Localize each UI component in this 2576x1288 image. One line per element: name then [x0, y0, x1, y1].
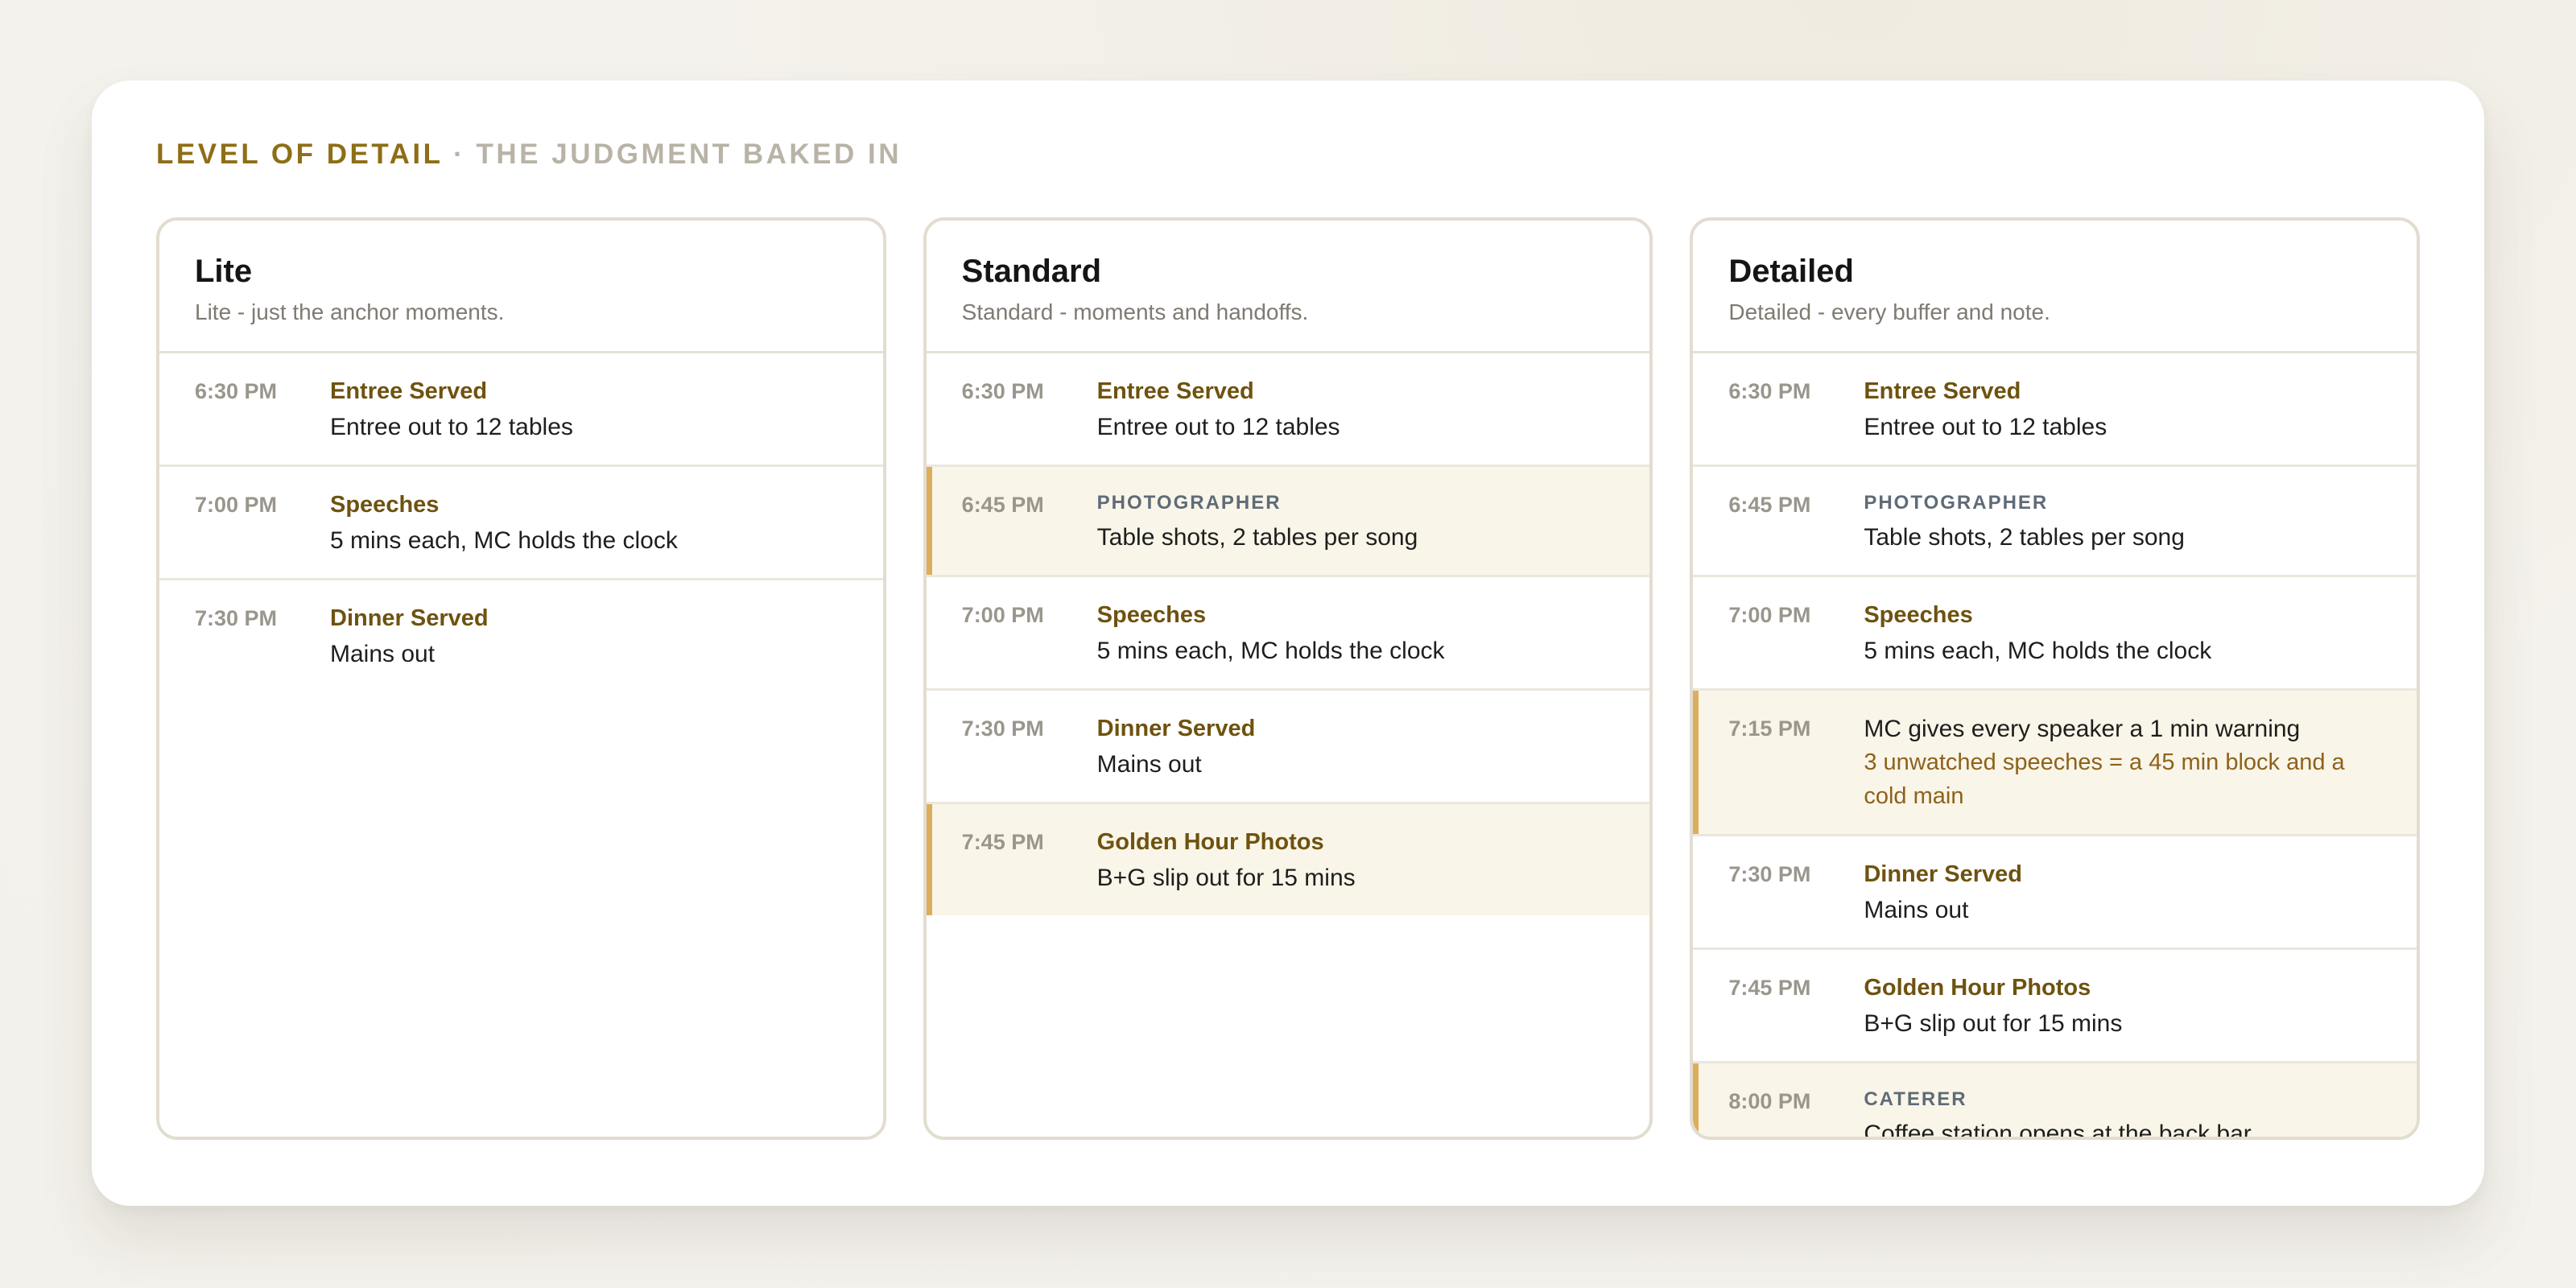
row-description: Entree out to 12 tables — [1096, 414, 1340, 440]
row-time: 6:30 PM — [195, 379, 278, 403]
row-time: 6:30 PM — [961, 379, 1044, 403]
row-description: Table shots, 2 tables per song — [1864, 524, 2185, 551]
panel-header: Detailed Detailed - every buffer and not… — [1693, 221, 2417, 353]
row-label: Golden Hour Photos — [1864, 975, 2091, 1001]
section-heading: LEVEL OF DETAIL · THE JUDGMENT BAKED IN — [156, 138, 902, 171]
row-label: Speeches — [330, 492, 440, 518]
row-content: Speeches 5 mins each, MC holds the clock — [330, 489, 848, 557]
timeline-row: 6:30 PM Entree Served Entree out to 12 t… — [159, 353, 883, 467]
panel-title: Standard — [961, 254, 1102, 289]
panel-subtitle: Standard - moments and handoffs. — [961, 299, 1309, 324]
row-role-label: PHOTOGRAPHER — [1864, 492, 2049, 514]
row-label: Dinner Served — [1864, 861, 2022, 887]
row-role-label: CATERER — [1864, 1088, 1967, 1110]
row-warning: 3 unwatched speeches = a 45 min block an… — [1864, 749, 2345, 809]
timeline-row-highlighted: 6:45 PM PHOTOGRAPHER Table shots, 2 tabl… — [926, 467, 1650, 577]
row-time: 6:45 PM — [961, 493, 1044, 517]
heading-sub: THE JUDGMENT BAKED IN — [476, 138, 902, 170]
row-description: Coffee station opens at the back bar — [1864, 1121, 2252, 1140]
panel-header: Standard Standard - moments and handoffs… — [926, 221, 1650, 353]
row-description: Entree out to 12 tables — [330, 414, 573, 440]
level-of-detail-card: LEVEL OF DETAIL · THE JUDGMENT BAKED IN … — [92, 80, 2484, 1206]
row-role-label: PHOTOGRAPHER — [1096, 492, 1282, 514]
row-content: Speeches 5 mins each, MC holds the clock — [1097, 600, 1615, 667]
row-content: Golden Hour Photos B+G slip out for 15 m… — [1864, 972, 2381, 1040]
row-content: Dinner Served Mains out — [1097, 713, 1615, 781]
row-label: Dinner Served — [1096, 716, 1256, 741]
panel-title: Detailed — [1728, 254, 1854, 289]
row-description: 5 mins each, MC holds the clock — [1864, 638, 2212, 664]
panel-detailed[interactable]: Detailed Detailed - every buffer and not… — [1690, 217, 2421, 1140]
row-time: 7:00 PM — [195, 493, 278, 517]
row-content: PHOTOGRAPHER Table shots, 2 tables per s… — [1864, 489, 2381, 554]
timeline-row-note: 7:15 PM MC gives every speaker a 1 min w… — [1693, 691, 2417, 836]
timeline-row-highlighted: 8:00 PM CATERER Coffee station opens at … — [1693, 1063, 2417, 1140]
panel-title: Lite — [195, 254, 253, 289]
row-label: Speeches — [1864, 602, 1973, 628]
row-time: 7:30 PM — [961, 716, 1044, 741]
row-content: CATERER Coffee station opens at the back… — [1864, 1086, 2381, 1140]
row-time: 7:30 PM — [195, 606, 278, 630]
panel-subtitle: Detailed - every buffer and note. — [1728, 299, 2050, 324]
timeline-row: 6:30 PM Entree Served Entree out to 12 t… — [926, 353, 1650, 467]
heading-separator: · — [453, 138, 466, 170]
row-content: PHOTOGRAPHER Table shots, 2 tables per s… — [1097, 489, 1615, 554]
panel-header: Lite Lite - just the anchor moments. — [159, 221, 883, 353]
row-label: Golden Hour Photos — [1096, 829, 1324, 855]
row-content: Speeches 5 mins each, MC holds the clock — [1864, 600, 2381, 667]
panel-standard[interactable]: Standard Standard - moments and handoffs… — [923, 217, 1653, 1140]
row-label: Entree Served — [1096, 378, 1254, 404]
row-time: 7:00 PM — [1728, 603, 1811, 627]
row-label: Speeches — [1096, 602, 1207, 628]
panel-lite[interactable]: Lite Lite - just the anchor moments. 6:3… — [156, 217, 886, 1140]
row-time: 6:45 PM — [1728, 493, 1811, 517]
row-description: Table shots, 2 tables per song — [1096, 524, 1418, 551]
row-description: 5 mins each, MC holds the clock — [330, 527, 678, 554]
row-description: B+G slip out for 15 mins — [1864, 1010, 2123, 1037]
row-content: Golden Hour Photos B+G slip out for 15 m… — [1097, 827, 1615, 894]
row-content: Entree Served Entree out to 12 tables — [1864, 376, 2381, 444]
row-time: 7:00 PM — [961, 603, 1044, 627]
heading-main: LEVEL OF DETAIL — [156, 138, 443, 170]
detail-panels: Lite Lite - just the anchor moments. 6:3… — [156, 217, 2421, 1140]
row-label: Dinner Served — [330, 605, 489, 631]
row-description: Entree out to 12 tables — [1864, 414, 2107, 440]
row-label: Entree Served — [1864, 378, 2021, 404]
row-time: 6:30 PM — [1728, 379, 1811, 403]
row-content: MC gives every speaker a 1 min warning 3… — [1864, 713, 2381, 813]
timeline-row: 6:45 PM PHOTOGRAPHER Table shots, 2 tabl… — [1693, 467, 2417, 577]
row-time: 7:45 PM — [1728, 976, 1811, 1000]
row-time: 7:15 PM — [1728, 716, 1811, 741]
row-description: B+G slip out for 15 mins — [1096, 865, 1356, 891]
timeline-row-highlighted: 7:45 PM Golden Hour Photos B+G slip out … — [926, 804, 1650, 915]
row-time: 8:00 PM — [1728, 1089, 1811, 1113]
timeline-row: 7:00 PM Speeches 5 mins each, MC holds t… — [926, 577, 1650, 691]
timeline-row: 7:00 PM Speeches 5 mins each, MC holds t… — [1693, 577, 2417, 691]
row-description: 5 mins each, MC holds the clock — [1096, 638, 1445, 664]
row-description: MC gives every speaker a 1 min warning — [1864, 716, 2301, 742]
row-description: Mains out — [330, 641, 436, 667]
row-description: Mains out — [1864, 897, 1969, 923]
row-time: 7:45 PM — [961, 830, 1044, 854]
row-content: Dinner Served Mains out — [330, 603, 848, 671]
row-description: Mains out — [1096, 751, 1202, 778]
timeline-row: 7:30 PM Dinner Served Mains out — [926, 691, 1650, 804]
timeline-row: 7:00 PM Speeches 5 mins each, MC holds t… — [159, 467, 883, 580]
row-content: Entree Served Entree out to 12 tables — [1097, 376, 1615, 444]
row-content: Entree Served Entree out to 12 tables — [330, 376, 848, 444]
timeline-row: 7:30 PM Dinner Served Mains out — [159, 580, 883, 691]
timeline-row: 7:30 PM Dinner Served Mains out — [1693, 836, 2417, 950]
row-label: Entree Served — [330, 378, 488, 404]
row-time: 7:30 PM — [1728, 862, 1811, 886]
timeline-row: 6:30 PM Entree Served Entree out to 12 t… — [1693, 353, 2417, 467]
timeline-row: 7:45 PM Golden Hour Photos B+G slip out … — [1693, 950, 2417, 1063]
row-content: Dinner Served Mains out — [1864, 859, 2381, 927]
panel-subtitle: Lite - just the anchor moments. — [195, 299, 505, 324]
